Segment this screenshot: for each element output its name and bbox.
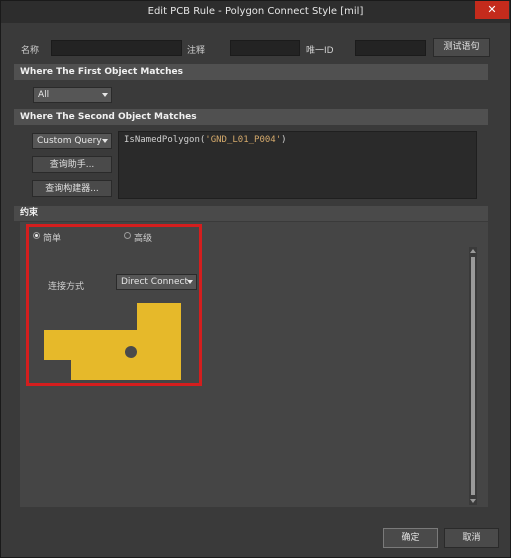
ok-button[interactable]: 确定 (383, 528, 438, 548)
query-close-paren: ) (281, 135, 287, 145)
first-match-header: Where The First Object Matches (14, 64, 488, 80)
query-function: IsNamedPolygon( (124, 135, 206, 145)
second-match-scope-value: Custom Query (37, 136, 102, 146)
query-helper-button[interactable]: 查询助手... (32, 156, 112, 173)
second-match-scope-select[interactable]: Custom Query (32, 133, 112, 149)
uid-field[interactable] (355, 40, 426, 56)
scroll-thumb[interactable] (471, 257, 475, 495)
query-builder-button[interactable]: 查询构建器... (32, 180, 112, 197)
constraints-scrollbar[interactable] (469, 247, 477, 505)
cancel-button[interactable]: 取消 (444, 528, 499, 548)
comment-label: 注释 (187, 46, 206, 56)
second-match-header: Where The Second Object Matches (14, 109, 488, 125)
uid-label: 唯一ID (306, 46, 334, 56)
highlight-box (26, 224, 202, 386)
name-label: 名称 (21, 46, 40, 56)
query-argument: 'GND_L01_P004' (205, 135, 282, 145)
chevron-down-icon (102, 93, 108, 97)
first-match-scope-select[interactable]: All (33, 87, 112, 103)
scroll-up-icon[interactable] (470, 249, 476, 253)
window-title: Edit PCB Rule - Polygon Connect Style [m… (147, 6, 364, 17)
query-text-area[interactable]: IsNamedPolygon('GND_L01_P004') (118, 131, 477, 199)
close-icon[interactable]: ✕ (475, 1, 509, 19)
chevron-down-icon (102, 139, 108, 143)
title-bar[interactable]: Edit PCB Rule - Polygon Connect Style [m… (1, 1, 510, 23)
scroll-down-icon[interactable] (470, 499, 476, 503)
name-field[interactable] (51, 40, 182, 56)
test-query-button[interactable]: 测试语句 (433, 38, 490, 57)
comment-field[interactable] (230, 40, 300, 56)
constraints-header: 约束 (14, 206, 488, 221)
first-match-scope-value: All (38, 90, 50, 100)
